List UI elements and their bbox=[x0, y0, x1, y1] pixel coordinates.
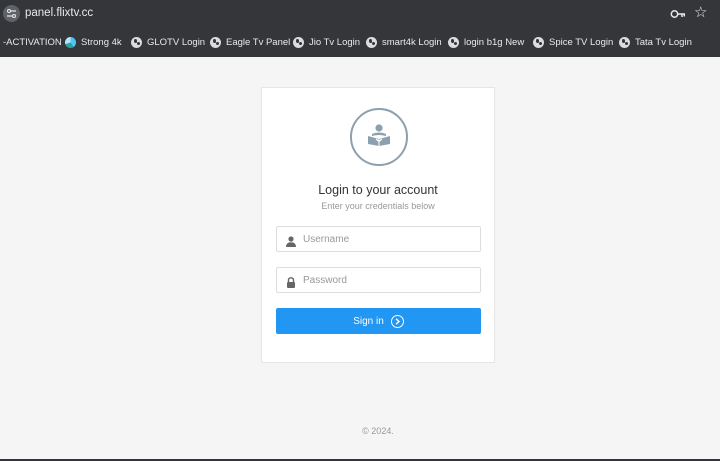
address-bar[interactable]: panel.flixtv.cc ☆ bbox=[0, 0, 720, 28]
avatar bbox=[350, 108, 408, 166]
password-input[interactable] bbox=[303, 272, 475, 289]
bookmark-spice-tv-login[interactable]: Spice TV Login bbox=[533, 35, 613, 49]
username-field[interactable] bbox=[276, 226, 481, 252]
sign-in-button[interactable]: Sign in bbox=[276, 308, 481, 334]
bookmark-activation[interactable]: -ACTIVATION bbox=[3, 35, 62, 49]
username-input[interactable] bbox=[303, 231, 475, 248]
user-icon bbox=[286, 234, 296, 247]
globe-icon bbox=[366, 36, 377, 48]
bookmark-label: Tata Tv Login bbox=[635, 36, 692, 48]
bookmark-star-icon[interactable]: ☆ bbox=[694, 4, 707, 22]
bookmark-strong-4k[interactable]: Strong 4k bbox=[65, 35, 122, 49]
page-subtitle: Enter your credentials below bbox=[321, 201, 435, 211]
bookmark-label: login b1g New bbox=[464, 36, 525, 48]
page-title: Login to your account bbox=[318, 183, 438, 197]
reading-person-icon bbox=[366, 123, 392, 152]
bookmark-glotv-login[interactable]: GLOTV Login bbox=[131, 35, 205, 49]
bookmark-login-b1g-new[interactable]: login b1g New bbox=[448, 35, 524, 49]
bookmark-smart4k-login[interactable]: smart4k Login bbox=[366, 35, 442, 49]
bookmark-label: -ACTIVATION bbox=[3, 36, 62, 48]
url-text[interactable]: panel.flixtv.cc bbox=[25, 7, 93, 19]
browser-chrome: panel.flixtv.cc ☆ -ACTIVATION Strong 4k … bbox=[0, 0, 720, 57]
bookmark-label: GLOTV Login bbox=[147, 36, 206, 48]
copyright-footer: © 2024. bbox=[362, 426, 394, 436]
globe-icon bbox=[293, 36, 304, 48]
bookmark-label: Eagle Tv Panel bbox=[226, 36, 291, 48]
bookmark-tata-tv-login[interactable]: Tata Tv Login bbox=[619, 35, 692, 49]
globe-icon bbox=[210, 36, 221, 48]
bookmark-label: Spice TV Login bbox=[549, 36, 614, 48]
site-info-icon[interactable] bbox=[3, 5, 20, 22]
sign-in-label: Sign in bbox=[353, 315, 384, 327]
globe-icon bbox=[619, 36, 630, 48]
strong-logo-icon bbox=[65, 36, 76, 48]
globe-icon bbox=[448, 36, 459, 48]
lock-icon bbox=[286, 275, 296, 288]
password-field[interactable] bbox=[276, 267, 481, 293]
globe-icon bbox=[533, 36, 544, 48]
bookmark-label: smart4k Login bbox=[382, 36, 442, 48]
bookmark-eagle-tv-panel[interactable]: Eagle Tv Panel bbox=[210, 35, 290, 49]
login-card: Login to your account Enter your credent… bbox=[261, 87, 495, 363]
bookmarks-bar: -ACTIVATION Strong 4k GLOTV Login Eagle … bbox=[0, 28, 720, 56]
bookmark-jio-tv-login[interactable]: Jio Tv Login bbox=[293, 35, 360, 49]
password-key-icon[interactable] bbox=[670, 7, 686, 21]
bookmark-label: Strong 4k bbox=[81, 36, 122, 48]
arrow-right-circle-icon bbox=[390, 314, 404, 328]
bookmark-label: Jio Tv Login bbox=[309, 36, 361, 48]
globe-icon bbox=[131, 36, 142, 48]
